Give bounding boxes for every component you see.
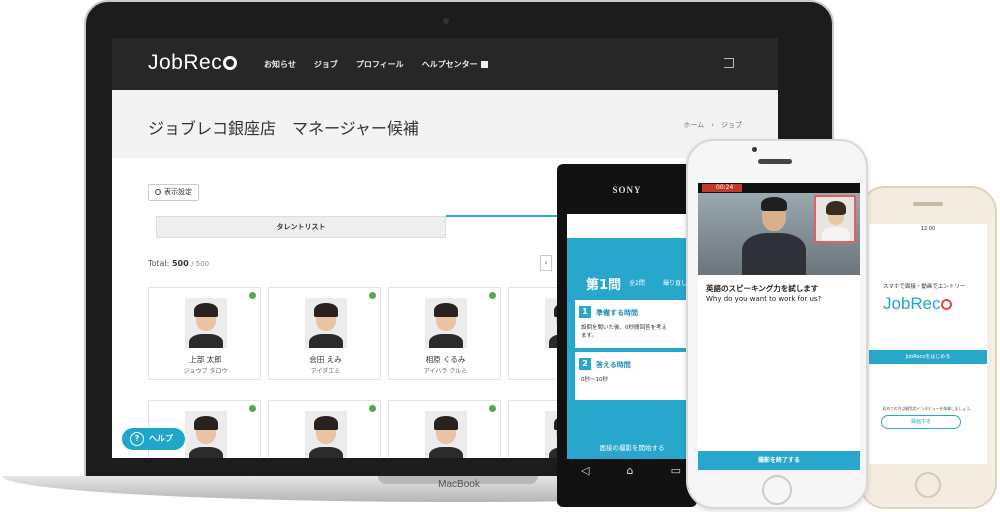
title-band: ジョブレコ銀座店 マネージャー候補 ホーム › ジョブ — [112, 90, 778, 158]
record-button[interactable]: 録画する — [881, 415, 961, 429]
logo-text: JobRec — [883, 294, 941, 313]
breadcrumb[interactable]: ホーム › ジョブ — [683, 120, 742, 130]
candidate-photo — [305, 411, 347, 458]
question-title: 英語のスピーキング力を試します — [706, 284, 819, 293]
logout-icon[interactable] — [724, 58, 734, 68]
total-of: / 500 — [191, 260, 210, 268]
step-answer: 2 答える時間 0秒〜10秒 — [575, 352, 697, 400]
step-number: 1 — [579, 306, 591, 318]
android-phone: SONY 第1問 全2問 撮り直し 1 準備する時間 設問を聞いた後、0秒間回答… — [557, 164, 697, 507]
android-nav-bar: ◁ ⌂ ▭ — [581, 464, 681, 477]
pager-prev-button[interactable]: ‹ — [540, 255, 552, 271]
candidate-card[interactable] — [268, 400, 381, 458]
candidate-card[interactable]: 上部 太郎 ジョウブ タロウ — [148, 287, 261, 380]
intro-note: 初めての方は観覧用インタビューを体験しましょう。 — [882, 406, 974, 411]
candidate-kana: アイハラ クルミ — [423, 368, 468, 375]
camera-icon — [443, 18, 449, 24]
check-icon — [489, 292, 496, 299]
help-label: ヘルプ — [149, 434, 173, 443]
candidate-card[interactable]: 相原 くるみ アイハラ クルミ — [388, 287, 501, 380]
front-camera-icon — [752, 147, 757, 152]
display-settings-button[interactable]: 表示設定 — [148, 184, 199, 201]
logo-text: JobRec — [148, 51, 223, 74]
retake-link[interactable]: 撮り直し — [663, 278, 687, 287]
step-desc: 0秒〜10秒 — [581, 377, 608, 383]
iphone-white: 00:24 英語のスピーキング力を試します Why do you want to… — [686, 139, 868, 509]
check-icon — [249, 292, 256, 299]
check-icon — [369, 405, 376, 412]
speaker-grill — [913, 202, 943, 206]
step-title: 準備する時間 — [596, 309, 638, 317]
start-jobreco-button[interactable]: JobRecoをはじめる — [869, 350, 987, 364]
back-icon[interactable]: ◁ — [581, 464, 589, 477]
nav-help-center[interactable]: ヘルプセンター — [422, 59, 488, 70]
jobreco-logo: JobRec — [883, 294, 952, 314]
candidate-kana: ジョウブ タロウ — [183, 368, 228, 375]
candidate-name: 相原 くるみ — [425, 355, 466, 364]
candidate-name: 上部 太郎 — [189, 355, 222, 364]
android-screen: 第1問 全2問 撮り直し 1 準備する時間 設問を聞いた後、0秒間回答を考えます… — [567, 204, 697, 459]
total-count: Total: 500 / 500 — [148, 259, 209, 268]
help-button[interactable]: ? ヘルプ — [122, 428, 185, 450]
step-desc: 設問を聞いた後、0秒間回答を考えます。 — [581, 325, 668, 339]
display-settings-label: 表示設定 — [164, 188, 192, 196]
home-button[interactable] — [762, 475, 792, 505]
search-icon — [155, 189, 161, 195]
external-link-icon — [480, 61, 488, 68]
sony-brand: SONY — [612, 185, 642, 195]
candidate-name: 会田 えみ — [309, 355, 342, 364]
end-recording-button[interactable]: 撮影を終了する — [698, 451, 860, 470]
home-icon[interactable]: ⌂ — [627, 464, 634, 477]
interviewer-video — [698, 193, 860, 275]
status-time: 12:00 — [920, 226, 936, 232]
candidate-photo — [425, 411, 467, 458]
recording-bar: 00:24 — [698, 183, 860, 193]
candidate-photo — [305, 298, 347, 348]
step-number: 2 — [579, 358, 591, 370]
start-recording-button[interactable]: 面接の撮影を開始する — [567, 438, 697, 459]
total-number: 500 — [171, 259, 189, 268]
nav-jobs[interactable]: ジョブ — [314, 59, 338, 70]
tagline: スマホで面接・動画でエントリー — [883, 284, 966, 290]
site-header: JobRec お知らせ ジョブ プロフィール ヘルプセンター — [112, 38, 778, 90]
jobreco-logo[interactable]: JobRec — [148, 51, 238, 75]
check-icon — [369, 292, 376, 299]
question-text: Why do you want to work for us? — [706, 295, 822, 303]
candidate-photo — [185, 411, 227, 458]
step-title: 答える時間 — [596, 361, 631, 369]
total-label: Total: — [148, 259, 170, 268]
speaker-grill — [758, 159, 792, 164]
main-nav: お知らせ ジョブ プロフィール ヘルプセンター — [264, 59, 488, 70]
tab-talent-list[interactable]: タレントリスト — [156, 216, 446, 238]
recording-timer: 00:24 — [702, 184, 742, 192]
help-icon: ? — [130, 432, 144, 446]
logo-o-icon — [940, 299, 952, 310]
candidate-photo — [185, 298, 227, 348]
iphone-screen: 00:24 英語のスピーキング力を試します Why do you want to… — [698, 183, 860, 470]
home-button[interactable] — [915, 472, 941, 498]
candidate-photo — [425, 298, 467, 348]
nav-profile[interactable]: プロフィール — [356, 59, 404, 70]
iphone-gold-screen: 12:00 スマホで面接・動画でエントリー JobRec JobRecoをはじめ… — [869, 224, 987, 464]
nav-help-center-label: ヘルプセンター — [421, 60, 478, 69]
recent-icon[interactable]: ▭ — [671, 464, 681, 477]
iphone-gold: 12:00 スマホで面接・動画でエントリー JobRec JobRecoをはじめ… — [859, 186, 997, 509]
candidate-kana: アイダエミ — [310, 368, 341, 375]
nav-news[interactable]: お知らせ — [264, 59, 296, 70]
candidate-card[interactable]: 会田 えみ アイダエミ — [268, 287, 381, 380]
android-status-bar — [567, 204, 697, 214]
page-title: ジョブレコ銀座店 マネージャー候補 — [148, 119, 419, 138]
step-prepare: 1 準備する時間 設問を聞いた後、0秒間回答を考えます。 — [575, 300, 697, 348]
candidate-card[interactable] — [388, 400, 501, 458]
logo-o-icon — [223, 56, 238, 70]
self-preview — [814, 195, 856, 243]
check-icon — [249, 405, 256, 412]
check-icon — [489, 405, 496, 412]
question-label: 第1問 — [586, 278, 622, 293]
question-total: 全2問 — [629, 280, 645, 287]
